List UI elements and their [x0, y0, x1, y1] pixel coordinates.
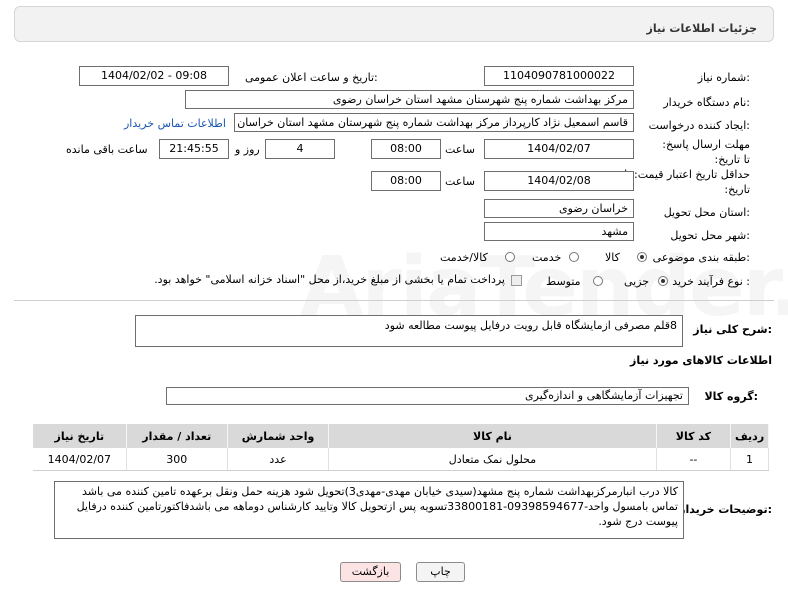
goods-table: ردیف کد کالا نام کالا واحد شمارش تعداد /… — [33, 424, 769, 470]
cell-code: -- — [656, 448, 732, 470]
page-title: جزئیات اطلاعات نیاز — [646, 22, 758, 35]
deadline-date-field: 1404/02/07 — [484, 139, 634, 159]
treasury-payment-checkbox[interactable] — [511, 275, 522, 286]
cell-row: 1 — [730, 448, 769, 470]
goods-group-field: تجهیزات آزمایشگاهی و اندازه‌گیری — [166, 387, 689, 405]
remaining-time-field: 21:45:55 — [159, 139, 229, 159]
min-price-date-field: 1404/02/08 — [484, 171, 634, 191]
min-price-time-label: ساعت — [445, 175, 475, 188]
goods-table-container: ردیف کد کالا نام کالا واحد شمارش تعداد /… — [33, 424, 769, 470]
cell-date: 1404/02/07 — [33, 448, 127, 470]
process-minor-radio[interactable] — [658, 276, 668, 286]
process-minor-label: جزیی — [624, 275, 650, 288]
deadline-label: مهلت ارسال پاسخ: تا تاریخ: — [662, 138, 750, 166]
process-medium-label: متوسط — [546, 275, 581, 288]
description-textarea[interactable]: 8قلم مصرفی ازمایشگاه قابل رویت درفایل پی… — [135, 315, 683, 347]
table-header-row: ردیف کد کالا نام کالا واحد شمارش تعداد /… — [33, 424, 769, 448]
col-date-header: تاریخ نیاز — [33, 424, 127, 448]
details-header-panel: جزئیات اطلاعات نیاز — [14, 6, 774, 42]
creator-label: ایجاد کننده درخواست: — [648, 119, 750, 132]
category-goods-label: کالا — [605, 251, 620, 264]
announce-date-field: 1404/02/02 - 09:08 — [79, 66, 229, 86]
province-field: خراسان رضوی — [484, 199, 634, 218]
category-goods-service-label: کالا/خدمت — [440, 251, 488, 264]
print-button[interactable]: چاپ — [416, 562, 465, 582]
days-label: روز و — [235, 143, 260, 156]
cell-name: محلول نمک متعادل — [328, 448, 657, 470]
buyer-contact-link[interactable]: اطلاعات تماس خریدار — [124, 117, 226, 130]
category-service-label: خدمت — [532, 251, 562, 264]
city-field: مشهد — [484, 222, 634, 241]
col-row-header: ردیف — [730, 424, 769, 448]
back-button[interactable]: بازگشت — [340, 562, 401, 582]
table-row[interactable]: 1 -- محلول نمک متعادل عدد 300 1404/02/07 — [33, 448, 769, 470]
category-goods-service-radio[interactable] — [505, 252, 515, 262]
deadline-time-field: 08:00 — [371, 139, 441, 159]
buyer-notes-textarea[interactable]: کالا درب انبارمرکزبهداشت شماره پنج مشهد(… — [54, 481, 684, 539]
col-unit-header: واحد شمارش — [227, 424, 330, 448]
goods-section-title: اطلاعات کالاهای مورد نیاز — [630, 354, 772, 367]
deadline-time-label: ساعت — [445, 143, 475, 156]
cell-qty: 300 — [126, 448, 228, 470]
category-goods-radio[interactable] — [637, 252, 647, 262]
remaining-time-label: ساعت باقی مانده — [66, 143, 148, 156]
need-number-field: 1104090781000022 — [484, 66, 634, 86]
creator-field: قاسم اسمعیل نژاد کارپرداز مرکز بهداشت شم… — [234, 113, 634, 132]
cell-unit: عدد — [227, 448, 330, 470]
days-field: 4 — [265, 139, 335, 159]
category-service-radio[interactable] — [569, 252, 579, 262]
treasury-payment-note: پرداخت تمام یا بخشی از مبلغ خرید،از محل … — [154, 273, 505, 286]
divider — [14, 300, 774, 301]
col-code-header: کد کالا — [656, 424, 732, 448]
process-type-label: نوع فرآیند خرید : — [672, 275, 750, 288]
col-name-header: نام کالا — [328, 424, 657, 448]
category-label: طبقه بندی موضوعی: — [652, 251, 750, 264]
table-bottom-border — [33, 470, 769, 471]
need-number-label: شماره نیاز: — [697, 71, 750, 84]
announce-date-label: تاریخ و ساعت اعلان عمومی: — [245, 71, 378, 84]
goods-group-label: گروه کالا: — [704, 390, 758, 403]
description-label: شرح کلی نیاز: — [693, 323, 772, 336]
buyer-notes-label: توضیحات خریدار: — [679, 503, 772, 516]
min-price-time-field: 08:00 — [371, 171, 441, 191]
city-label: شهر محل تحویل: — [670, 229, 750, 242]
buyer-org-field: مرکز بهداشت شماره پنج شهرستان مشهد استان… — [185, 90, 634, 109]
process-medium-radio[interactable] — [593, 276, 603, 286]
province-label: استان محل تحویل: — [663, 206, 750, 219]
buyer-org-label: نام دستگاه خریدار: — [663, 96, 750, 109]
col-qty-header: تعداد / مقدار — [126, 424, 228, 448]
